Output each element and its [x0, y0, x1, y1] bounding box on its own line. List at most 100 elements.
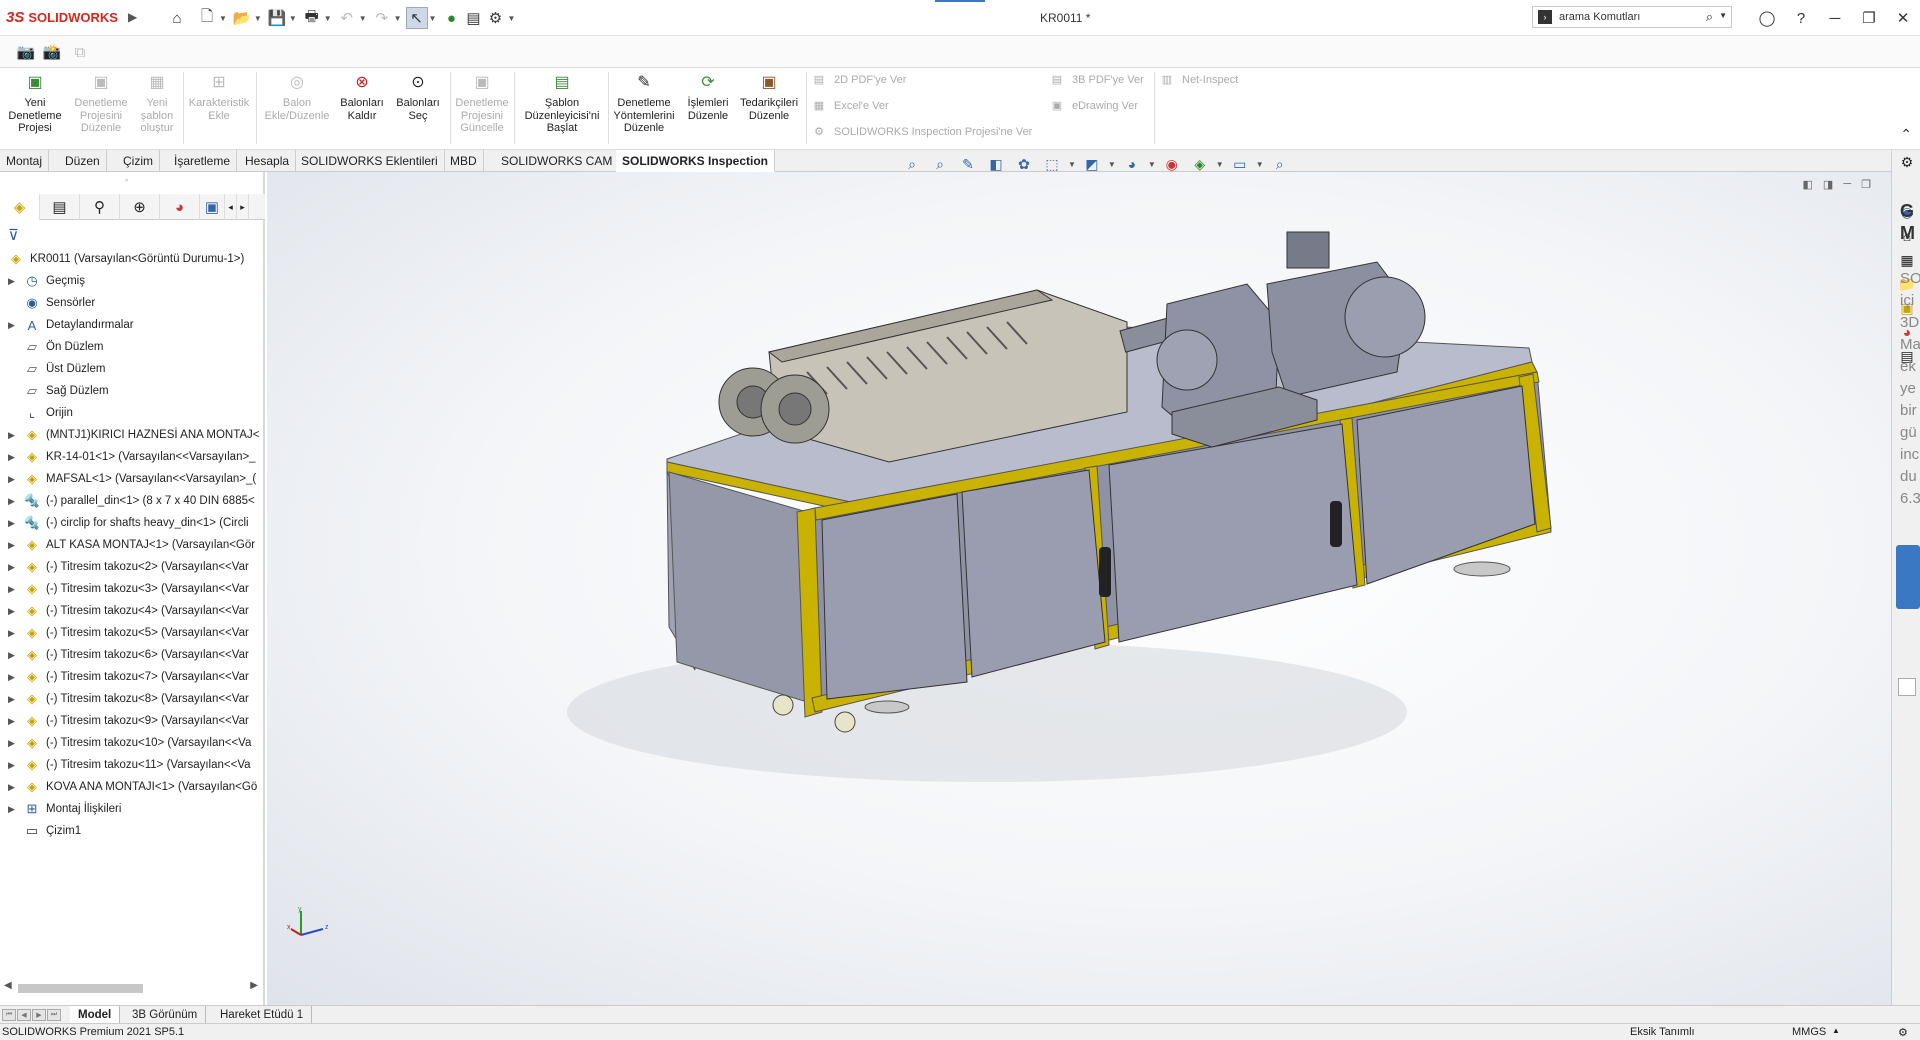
expand-arrow-icon[interactable]: ▶: [8, 320, 18, 331]
tree-item[interactable]: ▶ ◈ (-) Titresim takozu<9> (Varsayılan<<Va…: [0, 710, 262, 732]
minimize-button[interactable]: ─: [1818, 0, 1852, 36]
tab-3d-view[interactable]: 3B Görünüm: [124, 1006, 207, 1024]
tab-cizim[interactable]: Çizim: [117, 150, 160, 172]
export-excel-button[interactable]: ▦ Excel'e Ver: [810, 99, 889, 113]
tree-item[interactable]: ▶ ◈ (-) Titresim takozu<6> (Varsayılan<<Va…: [0, 644, 262, 666]
expand-arrow-icon[interactable]: ▶: [8, 276, 18, 287]
tree-item[interactable]: ▶ ◷ Geçmiş: [0, 270, 262, 292]
tree-item[interactable]: ▶ ◈ (MNTJ1)KIRICI HAZNESİ ANA MONTAJ<: [0, 424, 262, 446]
collapse-ribbon-icon[interactable]: ⌃: [1900, 126, 1912, 143]
tab-duzen[interactable]: Düzen: [59, 150, 107, 172]
tree-item[interactable]: ▶ 🔩 (-) parallel_din<1> (8 x 7 x 40 DIN 68…: [0, 490, 262, 512]
net-inspect-button[interactable]: ▥ Net-Inspect: [1158, 73, 1238, 87]
solidworks-logo[interactable]: 3S SOLIDWORKS: [6, 9, 118, 26]
filter-icon[interactable]: ⊽: [8, 226, 19, 244]
tab-motion-study[interactable]: Hareket Etüdü 1: [212, 1006, 313, 1024]
chevron-down-icon[interactable]: ▼: [507, 14, 515, 23]
expand-arrow-icon[interactable]: ▶: [8, 760, 18, 771]
expand-arrow-icon[interactable]: ▶: [8, 738, 18, 749]
tree-item[interactable]: ▶ ◈ (-) Titresim takozu<3> (Varsayılan<<Va…: [0, 578, 262, 600]
add-characteristic-button[interactable]: ⊞ Karakteristik Ekle: [186, 72, 252, 122]
new-document-icon[interactable]: 🗋: [196, 7, 218, 29]
expand-arrow-icon[interactable]: ▶: [8, 782, 18, 793]
user-account-icon[interactable]: ◯: [1750, 0, 1784, 36]
tree-item[interactable]: ▶ ◈ (-) Titresim takozu<8> (Varsayılan<<Va…: [0, 688, 262, 710]
tree-item[interactable]: ▱ Üst Düzlem: [0, 358, 262, 380]
property-manager-tab-icon[interactable]: ▤: [40, 194, 80, 220]
panel-grip-icon[interactable]: ◦: [125, 175, 128, 185]
template-editor-button[interactable]: ▤ Şablon Düzenleyicisi'ni Başlat: [518, 72, 606, 135]
copy-view-icon[interactable]: ⧉: [70, 42, 90, 62]
tree-item[interactable]: ◉ Sensörler: [0, 292, 262, 314]
tree-item[interactable]: ▶ ◈ (-) Titresim takozu<10> (Varsayılan<<V…: [0, 732, 262, 754]
chevron-down-icon[interactable]: ▼: [324, 14, 332, 23]
open-folder-icon[interactable]: 📂: [231, 7, 253, 29]
tree-item[interactable]: ⌞ Orijin: [0, 402, 262, 424]
expand-arrow-icon[interactable]: ▶: [8, 540, 18, 551]
chevron-down-icon[interactable]: ▼: [254, 14, 262, 23]
chevron-down-icon[interactable]: ▼: [1148, 160, 1156, 169]
expand-arrow-icon[interactable]: ▶: [8, 496, 18, 507]
balloon-edit-button[interactable]: ◎ Balon Ekle/Düzenle: [260, 72, 334, 122]
export-edrawing-button[interactable]: ▣ eDrawing Ver: [1048, 99, 1138, 113]
tab-isaretleme[interactable]: İşaretleme: [168, 150, 238, 172]
viewport-maximize-icon[interactable]: ❐: [1861, 178, 1871, 191]
tree-item[interactable]: ▶ ⊞ Montaj İlişkileri: [0, 798, 262, 820]
search-commands-input[interactable]: › arama Komutları ⌕ ▼: [1532, 6, 1732, 28]
tree-item[interactable]: ▶ ◈ (-) Titresim takozu<2> (Varsayılan<<Va…: [0, 556, 262, 578]
new-template-button[interactable]: ▦ Yeni şablon oluştur: [132, 72, 182, 135]
export-sw-project-button[interactable]: ⚙ SOLIDWORKS Inspection Projesi'ne Ver: [810, 125, 1032, 139]
expand-arrow-icon[interactable]: ▶: [8, 562, 18, 573]
tree-item[interactable]: ▶ ◈ KR-14-01<1> (Varsayılan<<Varsayılan>_: [0, 446, 262, 468]
last-tab-icon[interactable]: ⏭: [47, 1009, 61, 1021]
file-properties-icon[interactable]: ▤: [462, 7, 484, 29]
select-arrow-icon[interactable]: ↖: [405, 7, 428, 29]
help-icon[interactable]: ?: [1784, 0, 1818, 36]
expand-arrow-icon[interactable]: ▶: [8, 628, 18, 639]
expand-arrow-icon[interactable]: ▶: [8, 430, 18, 441]
tree-item[interactable]: ▱ Ön Düzlem: [0, 336, 262, 358]
expand-arrow-icon[interactable]: ▶: [8, 804, 18, 815]
cam-tab-icon[interactable]: ▣: [200, 194, 225, 220]
display-manager-tab-icon[interactable]: ◕: [160, 194, 200, 220]
tab-eklentiler[interactable]: SOLIDWORKS Eklentileri: [295, 150, 445, 172]
tab-mbd[interactable]: MBD: [444, 150, 484, 172]
first-tab-icon[interactable]: ⏮: [2, 1009, 16, 1021]
camera-icon[interactable]: 📷: [16, 42, 36, 62]
expand-arrow-icon[interactable]: ▶: [8, 474, 18, 485]
tree-item[interactable]: ▶ ◈ (-) Titresim takozu<4> (Varsayılan<<Va…: [0, 600, 262, 622]
inspection-methods-button[interactable]: ✎ Denetleme Yöntemlerini Düzenle: [610, 72, 678, 135]
tree-item[interactable]: ▶ ◈ (-) Titresim takozu<5> (Varsayılan<<Va…: [0, 622, 262, 644]
prev-tab-icon[interactable]: ◀: [17, 1009, 31, 1021]
tree-item[interactable]: ◈ KR0011 (Varsayılan<Görüntü Durumu-1>): [0, 248, 262, 270]
restore-button[interactable]: ❐: [1852, 0, 1886, 36]
expand-arrow-icon[interactable]: ▶: [8, 694, 18, 705]
undo-icon[interactable]: ↶: [336, 7, 358, 29]
tab-cam[interactable]: SOLIDWORKS CAM: [495, 150, 620, 172]
units-selector[interactable]: MMGS: [1792, 1026, 1826, 1038]
viewport-link-icon[interactable]: ◨: [1823, 178, 1833, 191]
tree-item[interactable]: ▶ A Detaylandırmalar: [0, 314, 262, 336]
tree-item[interactable]: ▶ ◈ ALT KASA MONTAJ<1> (Varsayılan<Gör: [0, 534, 262, 556]
chevron-down-icon[interactable]: ▼: [394, 14, 402, 23]
redo-icon[interactable]: ↷: [371, 7, 393, 29]
export-3d-pdf-button[interactable]: ▤ 3B PDF'ye Ver: [1048, 73, 1144, 87]
save-icon[interactable]: 💾: [266, 7, 288, 29]
configuration-manager-tab-icon[interactable]: ⚲: [80, 194, 120, 220]
chevron-down-icon[interactable]: ▼: [1068, 160, 1076, 169]
tree-item[interactable]: ▶ ◈ (-) Titresim takozu<7> (Varsayılan<<Va…: [0, 666, 262, 688]
task-pane-checkbox[interactable]: [1898, 678, 1916, 696]
expand-arrow-icon[interactable]: ▶: [8, 518, 18, 529]
chevron-down-icon[interactable]: ▼: [219, 14, 227, 23]
units-chevron-up-icon[interactable]: ▲: [1832, 1026, 1840, 1035]
capture-icon[interactable]: 📸: [42, 42, 62, 62]
chevron-down-icon[interactable]: ▼: [359, 14, 367, 23]
viewport-minimize-icon[interactable]: ─: [1843, 178, 1851, 191]
new-inspection-button[interactable]: ▣ Yeni Denetleme Projesi: [4, 72, 66, 135]
remove-balloons-button[interactable]: ⊗ Balonları Kaldır: [334, 72, 390, 122]
scroll-right-icon[interactable]: ▶: [250, 980, 258, 991]
tree-item[interactable]: ▱ Sağ Düzlem: [0, 380, 262, 402]
expand-arrow-icon[interactable]: ▶: [8, 584, 18, 595]
tab-model[interactable]: Model: [70, 1006, 121, 1024]
tree-item[interactable]: ▶ ◈ KOVA ANA MONTAJI<1> (Varsayılan<Gö: [0, 776, 262, 798]
